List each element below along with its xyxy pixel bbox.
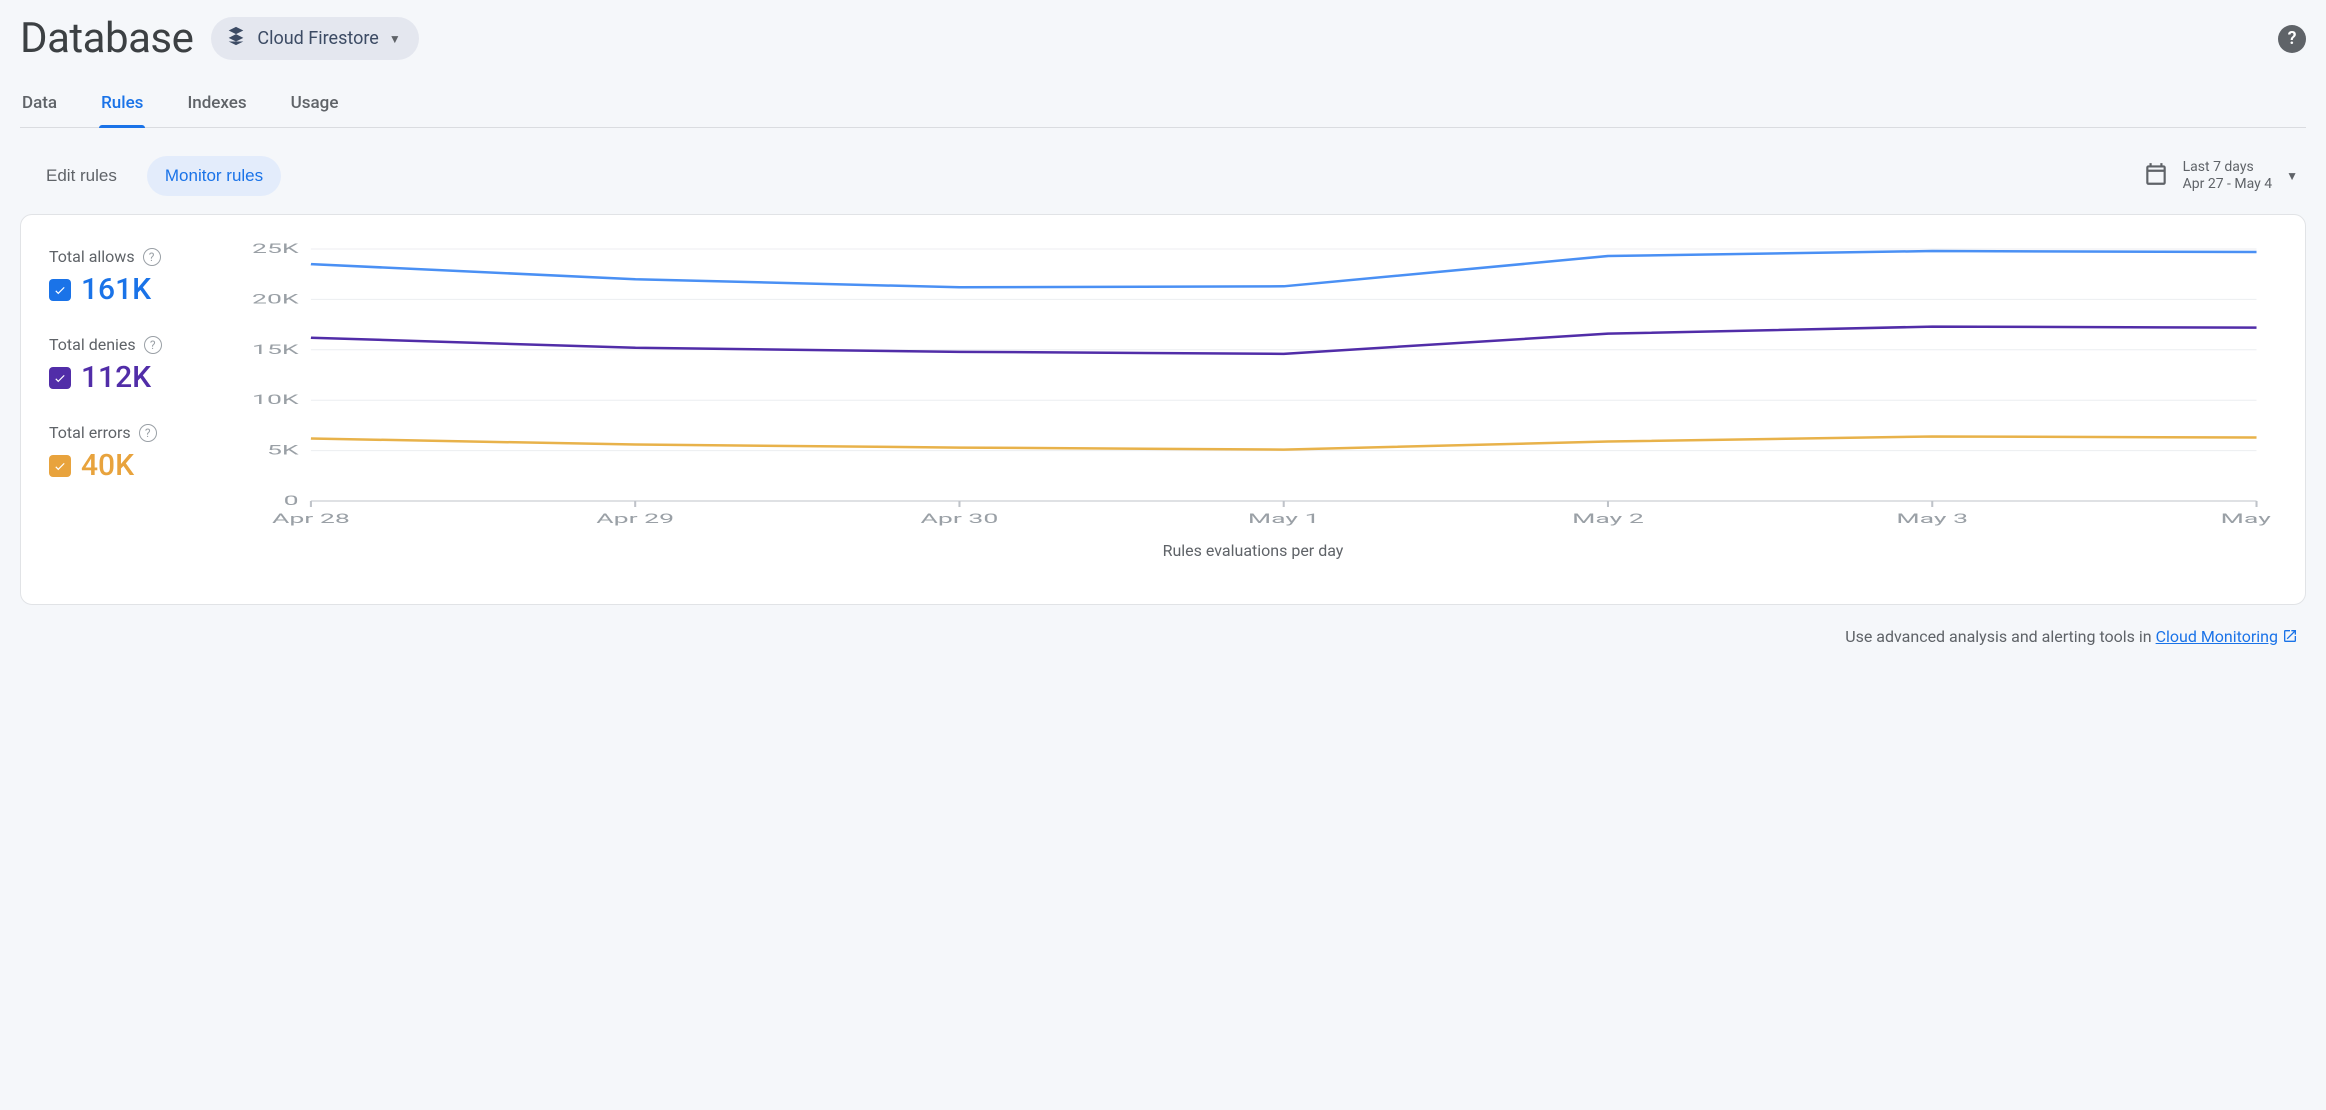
svg-text:5K: 5K xyxy=(267,443,300,458)
metric-allows-value: 161K xyxy=(81,272,151,307)
tab-data[interactable]: Data xyxy=(20,81,59,127)
subheader: Edit rules Monitor rules Last 7 days Apr… xyxy=(20,128,2306,214)
chart-card: Total allows ? 161K Total denies ? xyxy=(20,214,2306,605)
svg-text:25K: 25K xyxy=(252,242,300,257)
help-icon[interactable]: ? xyxy=(2278,25,2306,53)
svg-text:May 4: May 4 xyxy=(2221,512,2277,527)
svg-text:May 3: May 3 xyxy=(1896,512,1968,527)
date-range-text: Last 7 days Apr 27 - May 4 xyxy=(2183,159,2272,194)
metric-allows-label: Total allows xyxy=(49,247,135,266)
tab-rules[interactable]: Rules xyxy=(99,81,145,127)
svg-text:Apr 30: Apr 30 xyxy=(921,512,999,527)
calendar-icon xyxy=(2143,161,2169,191)
page-header: Database Cloud Firestore ▼ ? xyxy=(20,0,2306,71)
svg-text:20K: 20K xyxy=(252,292,300,307)
svg-text:10K: 10K xyxy=(252,393,300,408)
svg-text:Apr 29: Apr 29 xyxy=(596,512,674,527)
monitor-rules-button[interactable]: Monitor rules xyxy=(147,156,281,196)
page-title: Database xyxy=(20,14,193,63)
tab-usage[interactable]: Usage xyxy=(289,81,341,127)
svg-text:Apr 28: Apr 28 xyxy=(272,512,350,527)
metric-denies-value: 112K xyxy=(81,360,151,395)
metric-errors-label: Total errors xyxy=(49,423,131,442)
metric-denies: Total denies ? 112K xyxy=(49,335,199,395)
product-selector[interactable]: Cloud Firestore ▼ xyxy=(211,17,418,60)
chart-svg: 0 5K 10K 15K 20K 25K Apr 28 Apr 29 Apr 30 May 1 Ma… xyxy=(229,241,2277,531)
series-toggle-errors[interactable] xyxy=(49,455,71,477)
date-range-picker[interactable]: Last 7 days Apr 27 - May 4 ▼ xyxy=(2143,159,2298,194)
tab-indexes[interactable]: Indexes xyxy=(185,81,248,127)
footer-note: Use advanced analysis and alerting tools… xyxy=(20,605,2306,648)
cloud-monitoring-link[interactable]: Cloud Monitoring xyxy=(2156,627,2298,646)
metric-errors-value: 40K xyxy=(81,448,134,483)
date-range-value: Apr 27 - May 4 xyxy=(2183,176,2272,194)
svg-text:May 1: May 1 xyxy=(1248,512,1320,527)
chevron-down-icon: ▼ xyxy=(2286,169,2298,183)
metric-denies-label: Total denies xyxy=(49,335,136,354)
chart-xlabel: Rules evaluations per day xyxy=(229,541,2277,560)
svg-text:15K: 15K xyxy=(252,343,300,358)
date-range-label: Last 7 days xyxy=(2183,159,2272,177)
metrics-legend: Total allows ? 161K Total denies ? xyxy=(49,241,199,560)
help-icon[interactable]: ? xyxy=(144,336,162,354)
product-selector-label: Cloud Firestore xyxy=(257,28,378,49)
chart-area: 0 5K 10K 15K 20K 25K Apr 28 Apr 29 Apr 30 May 1 Ma… xyxy=(229,241,2277,560)
metric-allows: Total allows ? 161K xyxy=(49,247,199,307)
svg-text:May 2: May 2 xyxy=(1572,512,1644,527)
edit-rules-button[interactable]: Edit rules xyxy=(28,156,135,196)
help-icon[interactable]: ? xyxy=(139,424,157,442)
footer-prefix: Use advanced analysis and alerting tools… xyxy=(1845,627,2155,646)
nav-tabs: Data Rules Indexes Usage xyxy=(20,81,2306,128)
firestore-icon xyxy=(225,25,247,52)
metric-errors: Total errors ? 40K xyxy=(49,423,199,483)
series-toggle-denies[interactable] xyxy=(49,367,71,389)
series-toggle-allows[interactable] xyxy=(49,279,71,301)
chevron-down-icon: ▼ xyxy=(389,32,401,46)
svg-text:0: 0 xyxy=(284,494,299,509)
external-link-icon xyxy=(2282,628,2298,648)
help-icon[interactable]: ? xyxy=(143,248,161,266)
